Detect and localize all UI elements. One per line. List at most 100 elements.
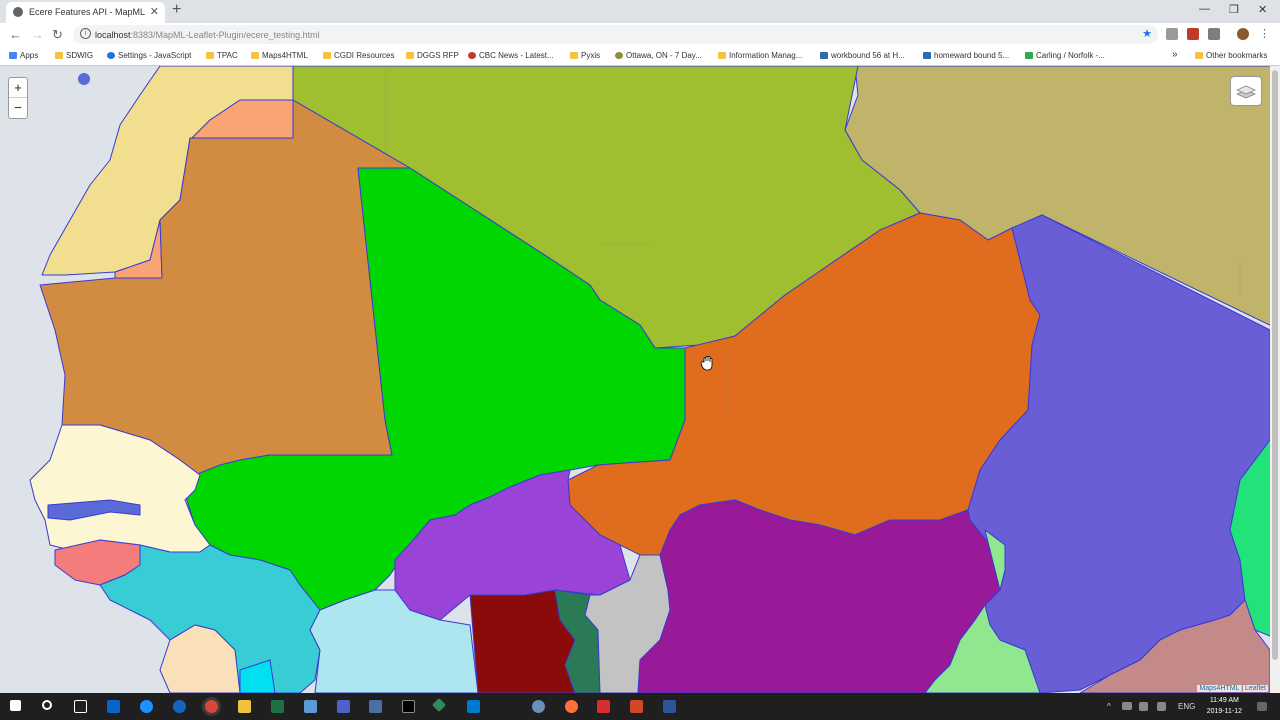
bookmark-homeward[interactable]: homeward bound 5... — [923, 51, 1009, 60]
bookmark-label: SDWIG — [66, 51, 94, 60]
bookmark-label: CBC News - Latest... — [479, 51, 554, 60]
minimize-button[interactable]: — — [1199, 3, 1210, 15]
bookmark-information-management[interactable]: Information Manag... — [718, 51, 802, 60]
bookmark-cbc-news[interactable]: CBC News - Latest... — [468, 51, 554, 60]
bookmark-ottawa-weather[interactable]: Ottawa, ON - 7 Day... — [615, 51, 702, 60]
tab-bar: Ecere Features API - MapML WG ✕ + — ❐ ✕ — [0, 0, 1280, 23]
weather-icon — [615, 52, 623, 59]
bookmark-workbound[interactable]: workbound 56 at H... — [820, 51, 905, 60]
globe-icon — [13, 7, 23, 17]
restore-button[interactable]: ❐ — [1229, 3, 1239, 16]
bookmark-settings-javascript[interactable]: Settings - JavaScript — [107, 51, 191, 60]
info-icon[interactable]: i — [80, 28, 91, 39]
app-cube-icon[interactable] — [304, 700, 317, 713]
url-host: localhost — [95, 30, 131, 40]
bookmark-label: Carling / Norfolk -... — [1036, 51, 1105, 60]
firefox-icon[interactable] — [565, 700, 578, 713]
file-explorer-icon[interactable] — [238, 700, 251, 713]
network-tool-icon[interactable] — [369, 700, 382, 713]
bus-icon — [923, 52, 931, 59]
powerpoint-icon[interactable] — [630, 700, 643, 713]
bookmark-tpac[interactable]: TPAC — [206, 51, 238, 60]
close-tab-icon[interactable]: ✕ — [150, 5, 159, 18]
task-view-icon[interactable] — [74, 700, 87, 713]
terminal-icon[interactable] — [402, 700, 415, 713]
ie-icon[interactable] — [173, 700, 186, 713]
search-icon[interactable] — [42, 700, 52, 710]
bookmark-cgdi-resources[interactable]: CGDI Resources — [323, 51, 394, 60]
bookmark-apps[interactable]: Apps — [9, 51, 38, 60]
bookmark-other[interactable]: Other bookmarks — [1195, 51, 1267, 60]
zoom-control: + − — [8, 77, 28, 119]
pen-icon[interactable] — [1157, 702, 1166, 711]
word-icon[interactable] — [663, 700, 676, 713]
address-toolbar: ← → ↻ i localhost:8383/MapML-Leaflet-Plu… — [0, 23, 1280, 46]
bookmark-label: TPAC — [217, 51, 238, 60]
taskbar: ^ ENG 11:49 AM 2019-11-12 — [0, 693, 1280, 720]
cbc-icon — [468, 52, 476, 59]
git-icon[interactable] — [431, 697, 447, 713]
bookmark-maps4html[interactable]: Maps4HTML — [251, 51, 308, 60]
back-button[interactable]: ← — [9, 27, 22, 42]
bookmarks-bar: Apps SDWIG Settings - JavaScript TPAC Ma… — [0, 46, 1280, 66]
bookmark-sdwig[interactable]: SDWIG — [55, 51, 93, 60]
browser-tab[interactable]: Ecere Features API - MapML WG ✕ — [6, 2, 165, 23]
tray-overflow-icon[interactable]: ^ — [1107, 702, 1111, 711]
reload-button[interactable]: ↻ — [52, 27, 63, 43]
folder-icon — [323, 52, 331, 59]
bookmark-label: Settings - JavaScript — [118, 51, 192, 60]
clock-time: 11:49 AM — [1209, 697, 1239, 704]
scrollbar-thumb[interactable] — [1272, 70, 1278, 660]
bookmark-dggs-rfp[interactable]: DGGS RFP — [406, 51, 459, 60]
zoom-out-button[interactable]: − — [9, 98, 27, 118]
outlook-icon[interactable] — [107, 700, 120, 713]
folder-icon — [570, 52, 578, 59]
system-clock[interactable]: 11:49 AM 2019-11-12 — [1207, 695, 1242, 717]
language-indicator[interactable]: ENG — [1178, 702, 1195, 711]
new-tab-button[interactable]: + — [172, 1, 181, 19]
shield-icon[interactable] — [1208, 28, 1220, 40]
url-field[interactable]: i localhost:8383/MapML-Leaflet-Plugin/ec… — [73, 25, 1158, 44]
url-text: localhost:8383/MapML-Leaflet-Plugin/ecer… — [95, 30, 320, 40]
vscode-icon[interactable] — [467, 700, 480, 713]
notifications-icon[interactable] — [1257, 702, 1267, 711]
map-viewport[interactable]: + − Maps4HTML | Leaflet — [0, 66, 1280, 693]
attribution-leaflet-link[interactable]: Leaflet — [1245, 685, 1266, 692]
forward-button[interactable]: → — [31, 27, 44, 42]
excel-icon[interactable] — [271, 700, 284, 713]
window-close-button[interactable]: ✕ — [1258, 3, 1267, 16]
xml-editor-icon[interactable] — [337, 700, 350, 713]
folder-icon — [55, 52, 63, 59]
avatar[interactable] — [1237, 28, 1249, 40]
bookmark-label: Apps — [20, 51, 39, 60]
layer-control-button[interactable] — [1230, 76, 1262, 106]
attribution-maps4html-link[interactable]: Maps4HTML — [1199, 685, 1239, 692]
volume-icon[interactable] — [1139, 702, 1148, 711]
ublock-icon[interactable] — [1187, 28, 1199, 40]
folder-icon — [718, 52, 726, 59]
acrobat-icon[interactable] — [597, 700, 610, 713]
folder-icon — [251, 52, 259, 59]
bookmark-star-icon[interactable]: ★ — [1142, 27, 1152, 40]
folder-icon — [406, 52, 414, 59]
folder-icon — [206, 52, 214, 59]
bookmark-label: Maps4HTML — [262, 51, 308, 60]
extension-icon[interactable] — [1166, 28, 1178, 40]
layers-icon — [1236, 85, 1256, 99]
bookmark-label: Ottawa, ON - 7 Day... — [626, 51, 702, 60]
bookmark-label: Other bookmarks — [1206, 51, 1268, 60]
postgres-icon[interactable] — [532, 700, 545, 713]
bookmark-carling-norfolk[interactable]: Carling / Norfolk -... — [1025, 51, 1105, 60]
edge-icon[interactable] — [140, 700, 153, 713]
zoom-in-button[interactable]: + — [9, 78, 27, 98]
chrome-icon[interactable] — [205, 700, 218, 713]
network-icon[interactable] — [1122, 702, 1132, 710]
page-scrollbar[interactable] — [1270, 66, 1280, 693]
windows-start-icon[interactable] — [10, 700, 21, 711]
bookmarks-overflow-button[interactable]: » — [1172, 49, 1178, 60]
browser-menu-icon[interactable]: ⋮ — [1259, 27, 1270, 40]
bookmark-pyxis[interactable]: Pyxis — [570, 51, 600, 60]
map-svg[interactable] — [0, 66, 1280, 693]
folder-icon — [1195, 52, 1203, 59]
bookmark-label: workbound 56 at H... — [831, 51, 905, 60]
